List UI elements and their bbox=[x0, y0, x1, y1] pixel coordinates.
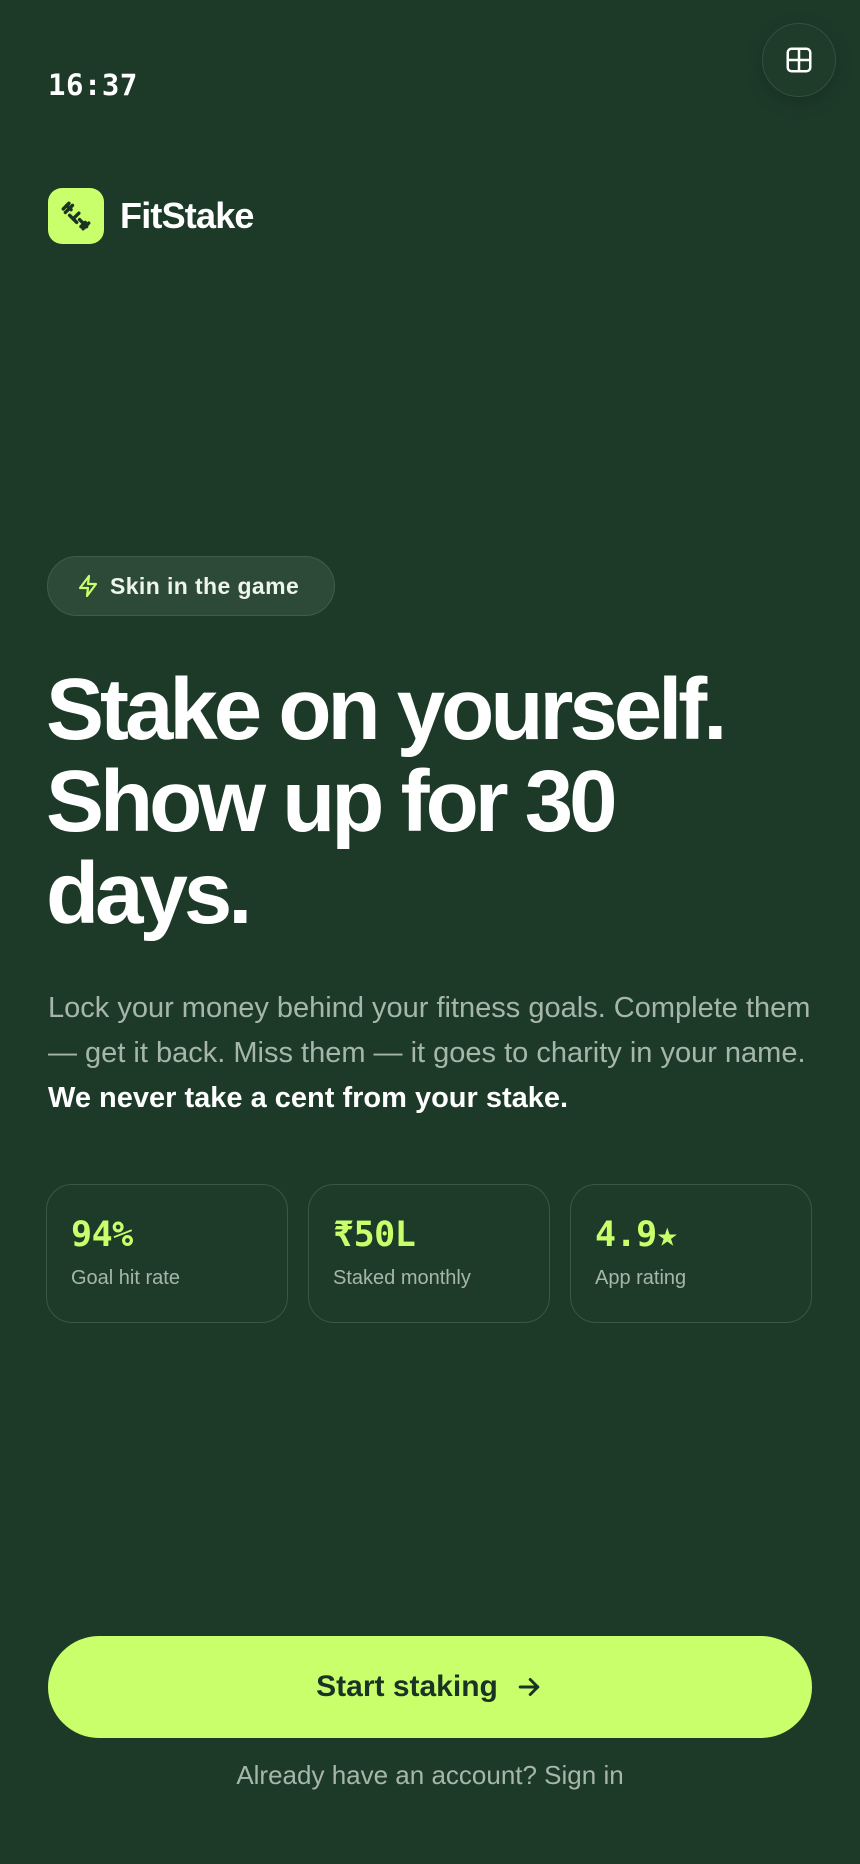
stat-value: 94% bbox=[71, 1215, 133, 1255]
tagline-badge-label: Skin in the game bbox=[110, 572, 300, 599]
stat-value: ₹50L bbox=[333, 1215, 416, 1255]
hero-description: Lock your money behind your fitness goal… bbox=[48, 986, 828, 1121]
tagline-badge: Skin in the game bbox=[47, 556, 335, 616]
stats-row: 94% Goal hit rate ₹50L Staked monthly 4.… bbox=[46, 1184, 812, 1323]
stat-label: Goal hit rate bbox=[71, 1267, 180, 1289]
hero-description-emphasis: We never take a cent from your stake. bbox=[48, 1082, 569, 1114]
status-time: 16:37 bbox=[48, 68, 138, 102]
start-staking-button[interactable]: Start staking bbox=[48, 1636, 812, 1738]
logo bbox=[48, 188, 104, 244]
menu-button[interactable] bbox=[762, 23, 836, 97]
hero-description-text: Lock your money behind your fitness goal… bbox=[48, 992, 811, 1069]
sign-in-link[interactable]: Already have an account? Sign in bbox=[0, 1760, 860, 1791]
stat-label: Staked monthly bbox=[333, 1267, 471, 1289]
brand: FitStake bbox=[48, 188, 254, 244]
stat-value: 4.9★ bbox=[595, 1215, 678, 1255]
grid-icon bbox=[786, 47, 812, 73]
lightning-icon bbox=[78, 574, 98, 598]
dumbbell-icon bbox=[61, 201, 91, 231]
stat-card-staked-monthly: ₹50L Staked monthly bbox=[308, 1184, 550, 1323]
stat-card-app-rating: 4.9★ App rating bbox=[570, 1184, 812, 1323]
stat-label: App rating bbox=[595, 1267, 687, 1289]
brand-name: FitStake bbox=[120, 195, 254, 236]
hero-headline: Stake on yourself. Show up for 30 days. bbox=[46, 661, 727, 942]
arrow-right-icon bbox=[514, 1672, 544, 1702]
start-staking-label: Start staking bbox=[316, 1670, 498, 1703]
stat-card-goal-hit-rate: 94% Goal hit rate bbox=[46, 1184, 288, 1323]
